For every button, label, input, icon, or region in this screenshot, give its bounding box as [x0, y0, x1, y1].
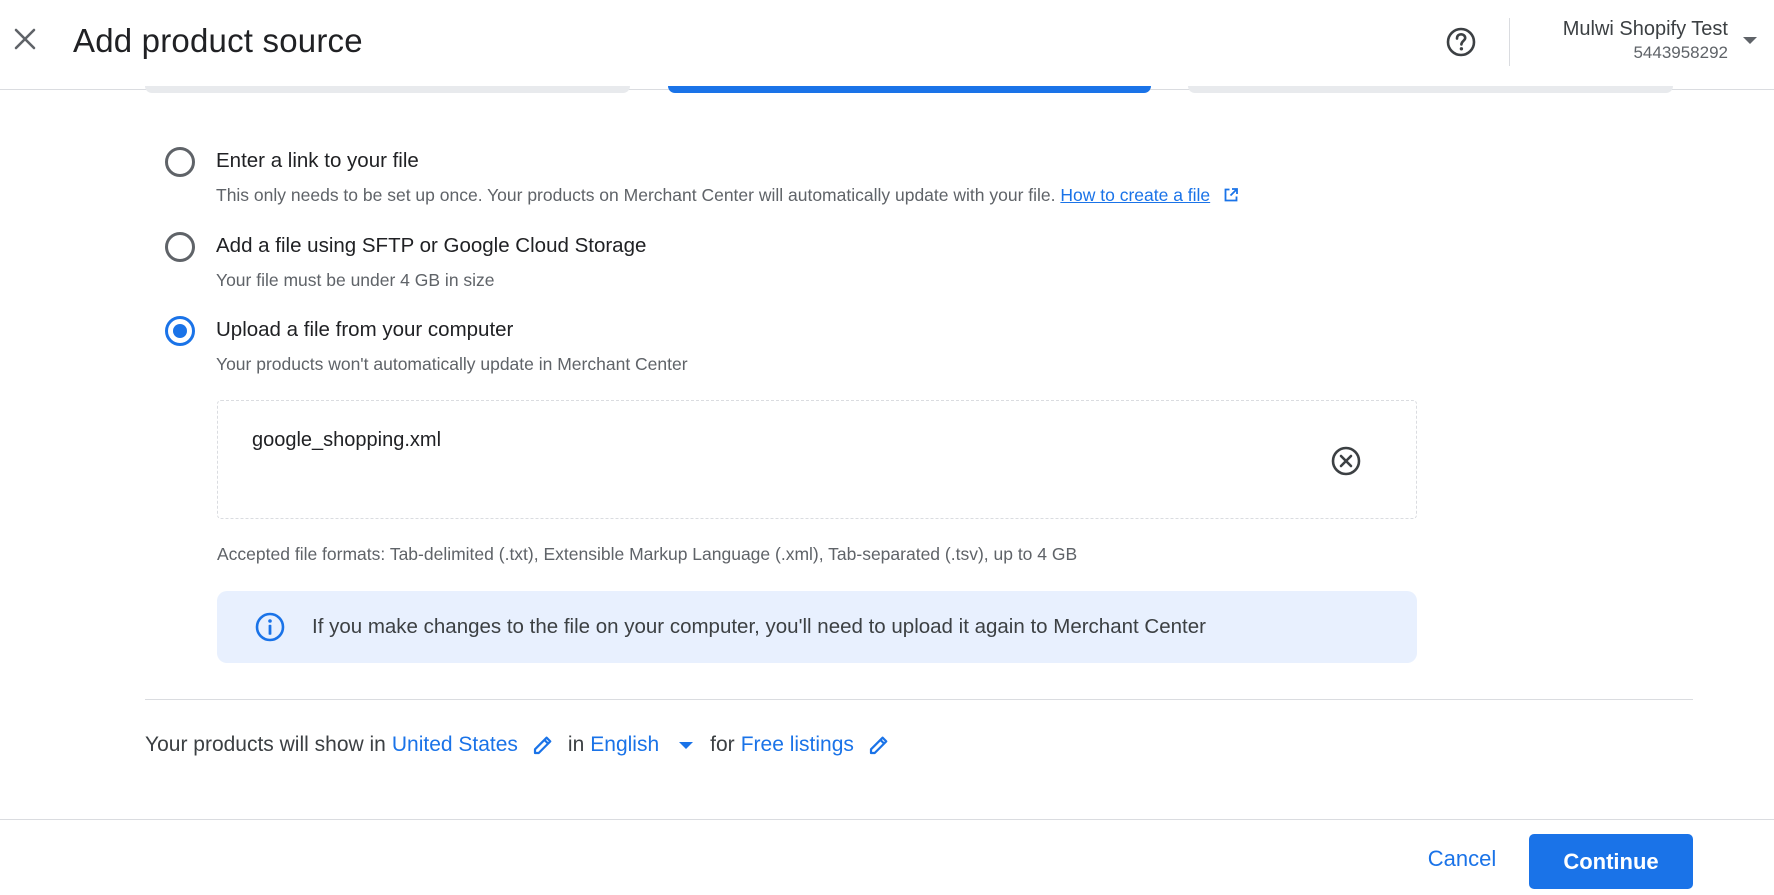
option-description: This only needs to be set up once. Your … — [216, 185, 1239, 206]
radio-link-to-file[interactable] — [165, 147, 195, 177]
language-link[interactable]: English — [590, 733, 659, 757]
destination-link[interactable]: Free listings — [741, 733, 854, 757]
account-switcher[interactable]: Mulwi Shopify Test 5443958292 — [1563, 16, 1728, 64]
info-message: If you make changes to the file on your … — [312, 615, 1206, 638]
pencil-icon — [533, 736, 552, 755]
help-button[interactable] — [1443, 24, 1479, 60]
uploaded-file-name: google_shopping.xml — [252, 429, 442, 451]
target-summary: Your products will show in United States… — [145, 732, 892, 758]
country-link[interactable]: United States — [392, 733, 518, 757]
close-button[interactable] — [8, 22, 42, 56]
page-title: Add product source — [73, 22, 363, 59]
source-type-card-left[interactable] — [145, 86, 630, 93]
open-in-new-icon[interactable] — [1223, 187, 1239, 203]
cancel-button[interactable]: Cancel — [1414, 834, 1510, 884]
app-header: Add product source Mulwi Shopify Test 54… — [0, 0, 1774, 90]
radio-sftp-gcs[interactable] — [165, 232, 195, 262]
edit-destination-button[interactable] — [866, 732, 892, 758]
uploaded-file-box[interactable]: google_shopping.xml — [217, 400, 1417, 519]
remove-file-button[interactable] — [1328, 443, 1364, 479]
target-for-word: for — [710, 733, 735, 756]
option-description: Your file must be under 4 GB in size — [216, 270, 495, 290]
edit-country-button[interactable] — [530, 732, 556, 758]
info-banner: If you make changes to the file on your … — [217, 591, 1417, 663]
account-dropdown-icon[interactable] — [1743, 37, 1757, 44]
footer-bar: Cancel Continue — [0, 819, 1774, 895]
how-to-create-file-link[interactable]: How to create a file — [1060, 185, 1210, 205]
option-title: Enter a link to your file — [216, 149, 419, 172]
option-title: Upload a file from your computer — [216, 318, 514, 341]
target-prefix: Your products will show in — [145, 733, 386, 756]
accepted-formats-text: Accepted file formats: Tab-delimited (.t… — [217, 544, 1078, 564]
account-name: Mulwi Shopify Test — [1562, 18, 1728, 40]
source-type-card-selected[interactable] — [668, 86, 1151, 93]
account-id: 5443958292 — [1633, 43, 1728, 62]
header-divider — [1509, 18, 1510, 66]
radio-upload-from-computer[interactable] — [165, 316, 195, 346]
help-circle-icon — [1446, 27, 1476, 57]
close-icon — [14, 28, 36, 50]
source-type-card-right[interactable] — [1188, 86, 1673, 93]
option-description: Your products won't automatically update… — [216, 354, 688, 374]
info-icon — [255, 612, 285, 642]
section-divider — [145, 699, 1693, 700]
option-description-text: This only needs to be set up once. Your … — [216, 185, 1056, 205]
language-dropdown-icon[interactable] — [679, 741, 694, 749]
cancel-circle-icon — [1331, 446, 1361, 476]
target-in-word: in — [567, 733, 585, 756]
pencil-icon — [869, 736, 888, 755]
continue-button[interactable]: Continue — [1529, 834, 1693, 889]
option-title: Add a file using SFTP or Google Cloud St… — [216, 234, 647, 257]
